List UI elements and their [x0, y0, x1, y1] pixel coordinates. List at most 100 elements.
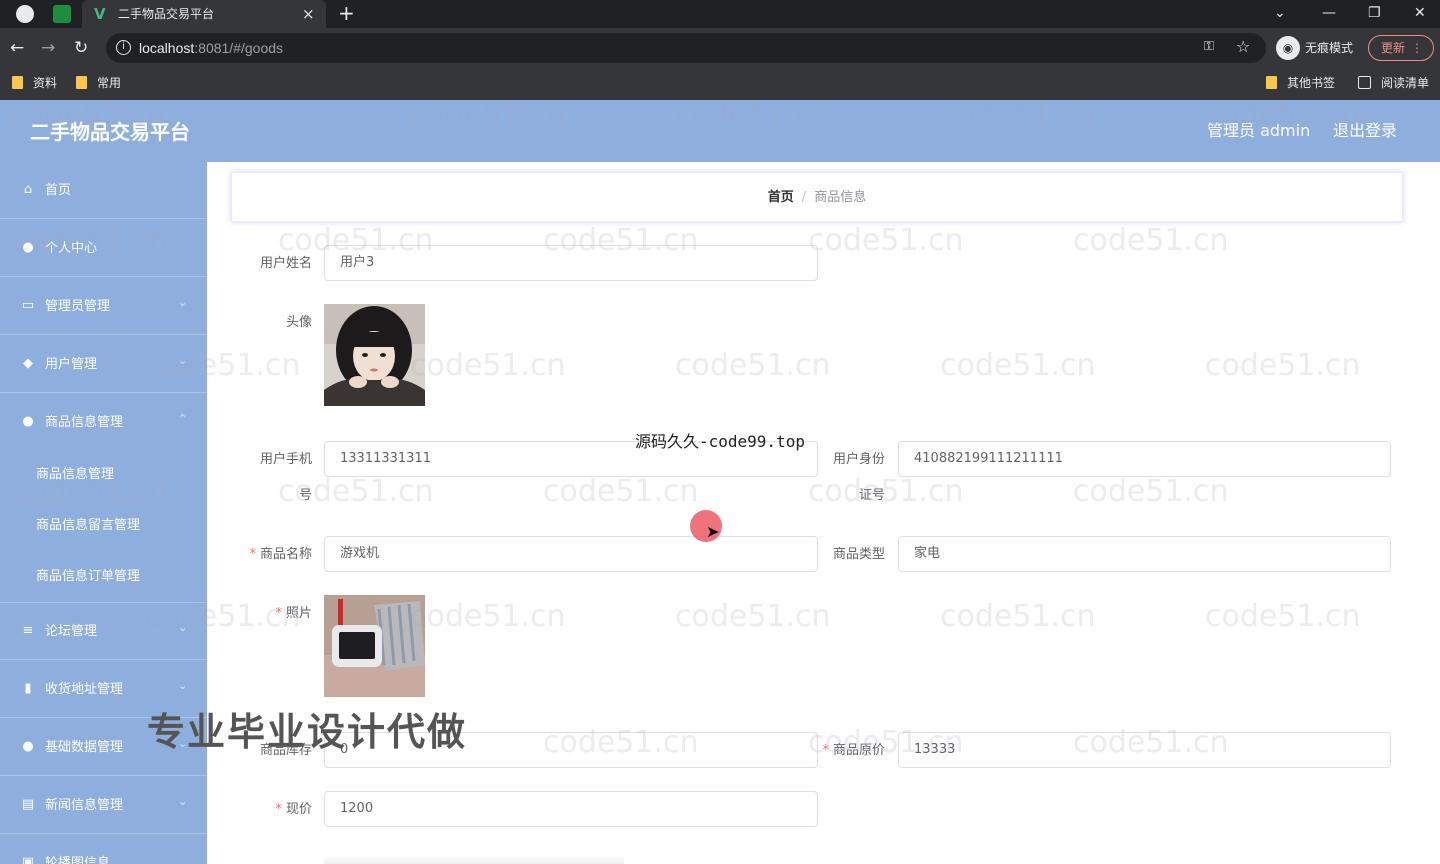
chevron-up-icon: ⌃ — [178, 412, 188, 425]
tab-search-chevron-icon[interactable]: ⌄ — [1274, 3, 1286, 23]
sidebar-item-news[interactable]: ▤ 新闻信息管理 ⌄ — [0, 777, 207, 834]
browser-tab-active[interactable]: V 二手物品交易平台 × — [82, 0, 326, 28]
key-icon[interactable]: ⚿ — [1204, 39, 1214, 54]
source-caption: 源码久久-code99.top — [635, 432, 805, 451]
phone-label: 用户手机 — [259, 452, 312, 467]
reading-list-icon — [1358, 76, 1371, 89]
close-window-icon[interactable]: ✕ — [1414, 3, 1426, 23]
sidebar-subitem-goods-orders[interactable]: 商品信息订单管理 — [0, 551, 207, 603]
sidebar-item-forum[interactable]: ≡ 论坛管理 ⌄ — [0, 603, 207, 660]
list-icon: ≡ — [22, 623, 34, 638]
forward-icon[interactable]: → — [41, 37, 55, 59]
photo-label-text: 照片 — [285, 606, 312, 621]
other-bookmarks[interactable]: 其他书签 — [1266, 75, 1335, 91]
price-label-text: 现价 — [285, 802, 312, 817]
goods-type-label: 商品类型 — [832, 547, 885, 562]
goods-name-label: * 商品名称 — [226, 546, 312, 563]
minimize-icon[interactable]: — — [1322, 3, 1336, 23]
goods-photo[interactable] — [324, 595, 425, 697]
sidebar-item-goods[interactable]: ● 商品信息管理 ⌃ — [0, 394, 207, 451]
back-icon[interactable]: ← — [10, 37, 24, 59]
more-menu-icon[interactable]: ⋮ — [1411, 36, 1423, 60]
sidebar-subitem-goods[interactable]: 商品信息管理 — [0, 449, 207, 500]
avatar-label: 头像 — [285, 315, 312, 330]
breadcrumb-home[interactable]: 首页 — [768, 190, 794, 205]
address-toolbar: ← → ↻ i localhost:8081/#/goods ⚿ ☆ ◉ 无痕模… — [0, 28, 1440, 68]
breadcrumb-current: 商品信息 — [814, 190, 867, 205]
idcard-field[interactable]: 410882199111211111 — [898, 441, 1391, 477]
main-content: 首页 / 商品信息 用户姓名 用户3 头像 用户手机 号 13311331311 用… — [207, 162, 1440, 864]
incognito-label: 无痕模式 — [1305, 41, 1354, 55]
url-host: localhost — [139, 40, 195, 56]
sidebar-subitem-label: 商品信息管理 — [36, 467, 115, 482]
user-icon: ● — [22, 414, 34, 429]
sidebar-item-label: 收货地址管理 — [45, 682, 124, 697]
bookmark-folder-1[interactable]: 资料 — [12, 75, 57, 91]
sidebar-item-home[interactable]: ⌂ 首页 — [0, 162, 207, 219]
price-field[interactable]: 1200 — [324, 791, 818, 827]
avatar-image[interactable] — [324, 304, 425, 406]
url-bar[interactable]: i localhost:8081/#/goods ⚿ ☆ — [106, 33, 1266, 63]
browser-tab-strip: V 二手物品交易平台 × + ⌄ — ❐ ✕ — [0, 0, 1440, 28]
bookmark-star-icon[interactable]: ☆ — [1236, 37, 1250, 56]
vue-logo-icon: V — [94, 5, 106, 23]
url-path: :8081/#/goods — [194, 40, 284, 56]
reload-icon[interactable]: ↻ — [74, 37, 88, 59]
sidebar-item-label: 商品信息管理 — [45, 415, 124, 430]
required-mark: * — [822, 743, 829, 758]
close-tab-icon[interactable]: × — [302, 4, 315, 24]
browser-logo-icon[interactable] — [16, 5, 34, 23]
restore-icon[interactable]: ❐ — [1368, 3, 1381, 23]
username-label: 用户姓名 — [259, 256, 312, 271]
reading-list[interactable]: 阅读清单 — [1358, 75, 1429, 91]
phone-label-cont: 号 — [298, 488, 312, 503]
photo-label: * 照片 — [226, 605, 312, 622]
sidebar-item-label: 基础数据管理 — [45, 740, 124, 755]
incognito-icon[interactable]: ◉ — [1276, 36, 1300, 60]
chevron-down-icon: ⌄ — [178, 679, 188, 692]
breadcrumb: 首页 / 商品信息 — [231, 172, 1403, 222]
image-icon: ▣ — [21, 855, 35, 864]
goods-type-field[interactable]: 家电 — [898, 536, 1391, 572]
goods-name-field[interactable]: 游戏机 — [324, 536, 818, 572]
bookmark-folder-2[interactable]: 常用 — [76, 75, 121, 91]
bookmark-label: 资料 — [33, 76, 58, 90]
app-header: 二手物品交易平台 管理员 admin 退出登录 — [0, 100, 1440, 162]
user-icon: ● — [22, 240, 34, 255]
url-text[interactable]: localhost:8081/#/goods — [139, 39, 283, 57]
required-mark: * — [275, 606, 282, 621]
update-button[interactable]: 更新 ⋮ — [1368, 35, 1434, 61]
new-tab-icon[interactable]: + — [338, 2, 355, 24]
sidebar-subitem-goods-comments[interactable]: 商品信息留言管理 — [0, 500, 207, 551]
info-icon[interactable]: i — [116, 40, 131, 55]
chevron-down-icon: ⌄ — [178, 354, 188, 367]
original-price-field[interactable]: 13333 — [898, 732, 1391, 768]
sidebar: ⌂ 首页 ● 个人中心 ▭ 管理员管理 ⌄ ◆ 用户管理 ⌄ ● 商品信息管理 … — [0, 162, 207, 864]
sidebar-item-label: 用户管理 — [45, 357, 98, 372]
user-icon: ● — [22, 739, 34, 754]
app-pinned-icon[interactable] — [53, 5, 71, 23]
bookmark-label: 阅读清单 — [1381, 76, 1430, 90]
bookmark-label: 其他书签 — [1287, 76, 1336, 90]
original-price-label-text: 商品原价 — [832, 743, 885, 758]
original-price-label: * 商品原价 — [799, 742, 885, 759]
cursor-arrow-icon: ➤ — [706, 522, 720, 541]
sidebar-item-admins[interactable]: ▭ 管理员管理 ⌄ — [0, 278, 207, 335]
sidebar-item-label: 管理员管理 — [45, 299, 111, 314]
sidebar-item-users[interactable]: ◆ 用户管理 ⌄ — [0, 336, 207, 393]
logout-link[interactable]: 退出登录 — [1333, 121, 1397, 141]
sidebar-item-label: 轮播图信息 — [45, 856, 111, 864]
admin-label: 管理员 admin — [1207, 121, 1311, 140]
bookmarks-bar: 资料 常用 其他书签 阅读清单 — [0, 68, 1440, 100]
sidebar-item-label: 首页 — [45, 183, 72, 198]
idcard-label-cont: 证号 — [858, 488, 885, 503]
next-row-partial — [324, 856, 624, 864]
sidebar-subitem-label: 商品信息留言管理 — [36, 518, 141, 533]
update-label: 更新 — [1381, 41, 1406, 55]
sidebar-item-profile[interactable]: ● 个人中心 — [0, 220, 207, 277]
chevron-down-icon: ⌄ — [178, 621, 188, 634]
doc-icon: ▭ — [21, 298, 35, 313]
username-field[interactable]: 用户3 — [324, 245, 818, 281]
sidebar-item-carousel[interactable]: ▣ 轮播图信息 — [0, 835, 207, 864]
chart-icon: ▮ — [24, 681, 32, 696]
